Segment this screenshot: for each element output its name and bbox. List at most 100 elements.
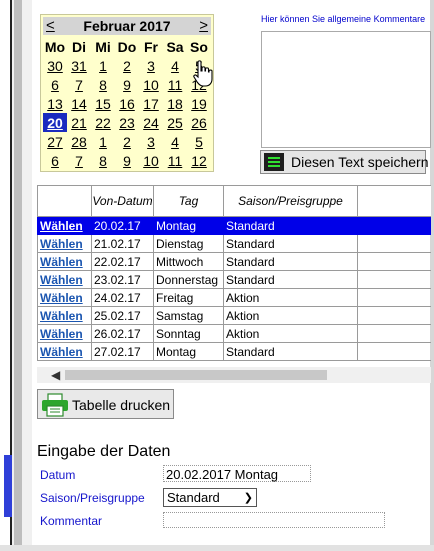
calendar-day-label: 6 xyxy=(51,76,59,93)
calendar-day[interactable]: 1 xyxy=(91,132,115,151)
date-cell: 25.02.17 xyxy=(91,306,154,325)
calendar-day[interactable]: 31 xyxy=(67,56,91,75)
calendar-day[interactable]: 21 xyxy=(67,113,91,132)
calendar-day-label: 10 xyxy=(143,152,159,169)
calendar-day[interactable]: 14 xyxy=(67,94,91,113)
saison-label: Saison/Preisgruppe xyxy=(40,491,145,505)
calendar-day-label: 21 xyxy=(71,114,87,131)
table-row: Wählen 22.02.17 Mittwoch Standard xyxy=(37,252,431,271)
calendar-day[interactable]: 9 xyxy=(115,151,139,170)
date-cell: 22.02.17 xyxy=(91,252,154,271)
general-comment-textarea[interactable] xyxy=(261,31,431,148)
calendar-day[interactable]: 8 xyxy=(91,151,115,170)
select-link[interactable]: Wählen xyxy=(37,252,92,271)
calendar-week-row: 27 28 1 2 3 4 5 xyxy=(43,132,211,151)
empty-cell xyxy=(357,270,431,289)
calendar-day[interactable]: 26 xyxy=(187,113,211,132)
saison-select[interactable]: Standard ❯ xyxy=(163,488,257,507)
calendar-day-label: 11 xyxy=(167,152,183,169)
date-cell: 23.02.17 xyxy=(91,270,154,289)
calendar-day-label: 18 xyxy=(167,95,183,112)
season-cell: Aktion xyxy=(223,324,358,343)
calendar-day[interactable]: 6 xyxy=(43,151,67,170)
calendar-day[interactable]: 3 xyxy=(139,132,163,151)
form-heading: Eingabe der Daten xyxy=(37,443,171,460)
calendar-day[interactable]: 28 xyxy=(67,132,91,151)
print-table-button[interactable]: Tabelle drucken xyxy=(37,389,174,419)
calendar-week-row: 13 14 15 16 17 18 19 xyxy=(43,94,211,113)
calendar-day[interactable]: 24 xyxy=(139,113,163,132)
select-link[interactable]: Wählen xyxy=(37,306,92,325)
calendar-day[interactable]: 4 xyxy=(163,56,187,75)
printer-icon xyxy=(42,393,68,417)
save-text-button[interactable]: Diesen Text speichern xyxy=(260,150,428,174)
weekday-header: Fr xyxy=(144,38,158,55)
comment-hint-label: Hier können Sie allgemeine Kommentare xyxy=(261,14,426,24)
calendar-day[interactable]: 2 xyxy=(115,56,139,75)
calendar-day-label: 4 xyxy=(171,57,179,74)
calendar-day[interactable]: 5 xyxy=(187,132,211,151)
calendar-day[interactable]: 6 xyxy=(43,75,67,94)
calendar-day-label: 13 xyxy=(47,95,63,112)
calendar-day[interactable]: 9 xyxy=(115,75,139,94)
season-cell: Standard xyxy=(223,216,358,235)
select-link[interactable]: Wählen xyxy=(37,234,92,253)
calendar-header: < Februar 2017 > xyxy=(43,17,211,35)
weekday-cell: Mittwoch xyxy=(153,252,224,271)
calendar-day[interactable]: 30 xyxy=(43,56,67,75)
calendar-day[interactable]: 20 xyxy=(43,113,67,132)
weekday-cell: Donnerstag xyxy=(153,270,224,289)
select-link[interactable]: Wählen xyxy=(37,288,92,307)
next-month-link[interactable]: > xyxy=(199,17,208,35)
calendar-day[interactable]: 22 xyxy=(91,113,115,132)
calendar-day-label: 24 xyxy=(143,114,159,131)
calendar-day[interactable]: 11 xyxy=(163,75,187,94)
kommentar-field[interactable] xyxy=(163,512,385,528)
table-horizontal-scrollbar[interactable]: ◀ xyxy=(37,367,431,383)
calendar-day[interactable]: 18 xyxy=(163,94,187,113)
calendar-day[interactable]: 11 xyxy=(163,151,187,170)
table-row: Wählen 24.02.17 Freitag Aktion xyxy=(37,288,431,307)
calendar-day[interactable]: 4 xyxy=(163,132,187,151)
scroll-thumb[interactable] xyxy=(65,370,327,380)
calendar-day[interactable]: 8 xyxy=(91,75,115,94)
weekday-header: So xyxy=(190,38,208,55)
select-link[interactable]: Wählen xyxy=(37,270,92,289)
table-row: Wählen 26.02.17 Sonntag Aktion xyxy=(37,324,431,343)
column-header: Von-Datum xyxy=(91,185,154,217)
select-link[interactable]: Wählen xyxy=(37,342,92,361)
calendar-day-label: 28 xyxy=(71,133,87,150)
calendar-day[interactable]: 12 xyxy=(187,151,211,170)
calendar-day-label: 7 xyxy=(75,76,83,93)
calendar-day[interactable]: 17 xyxy=(139,94,163,113)
table-row: Wählen 20.02.17 Montag Standard xyxy=(37,216,431,235)
season-cell: Standard xyxy=(223,252,358,271)
select-link[interactable]: Wählen xyxy=(37,324,92,343)
calendar-day[interactable]: 27 xyxy=(43,132,67,151)
calendar-day[interactable]: 25 xyxy=(163,113,187,132)
table-row: Wählen 23.02.17 Donnerstag Standard xyxy=(37,270,431,289)
date-cell: 24.02.17 xyxy=(91,288,154,307)
datum-field[interactable]: 20.02.2017 Montag xyxy=(163,465,311,482)
saison-select-value: Standard xyxy=(167,490,220,505)
calendar-day[interactable]: 13 xyxy=(43,94,67,113)
column-header: Tag xyxy=(153,185,224,217)
calendar-month-title: Februar 2017 xyxy=(83,18,171,34)
calendar-day[interactable]: 23 xyxy=(115,113,139,132)
calendar-day[interactable]: 3 xyxy=(139,56,163,75)
season-table: Von-Datum Tag Saison/Preisgruppe Wählen 20.… xyxy=(37,185,431,361)
calendar-day[interactable]: 2 xyxy=(115,132,139,151)
bottom-shadow xyxy=(0,545,434,551)
calendar-day[interactable]: 10 xyxy=(139,75,163,94)
calendar-day[interactable]: 15 xyxy=(91,94,115,113)
calendar-day[interactable]: 19 xyxy=(187,94,211,113)
calendar-day[interactable]: 10 xyxy=(139,151,163,170)
calendar-day-label: 17 xyxy=(143,95,159,112)
calendar-day[interactable]: 7 xyxy=(67,75,91,94)
select-link[interactable]: Wählen xyxy=(37,216,92,235)
calendar-day[interactable]: 7 xyxy=(67,151,91,170)
calendar-day-label: 3 xyxy=(147,133,155,150)
scroll-left-icon[interactable]: ◀ xyxy=(51,368,60,382)
calendar-day[interactable]: 16 xyxy=(115,94,139,113)
calendar-day[interactable]: 1 xyxy=(91,56,115,75)
